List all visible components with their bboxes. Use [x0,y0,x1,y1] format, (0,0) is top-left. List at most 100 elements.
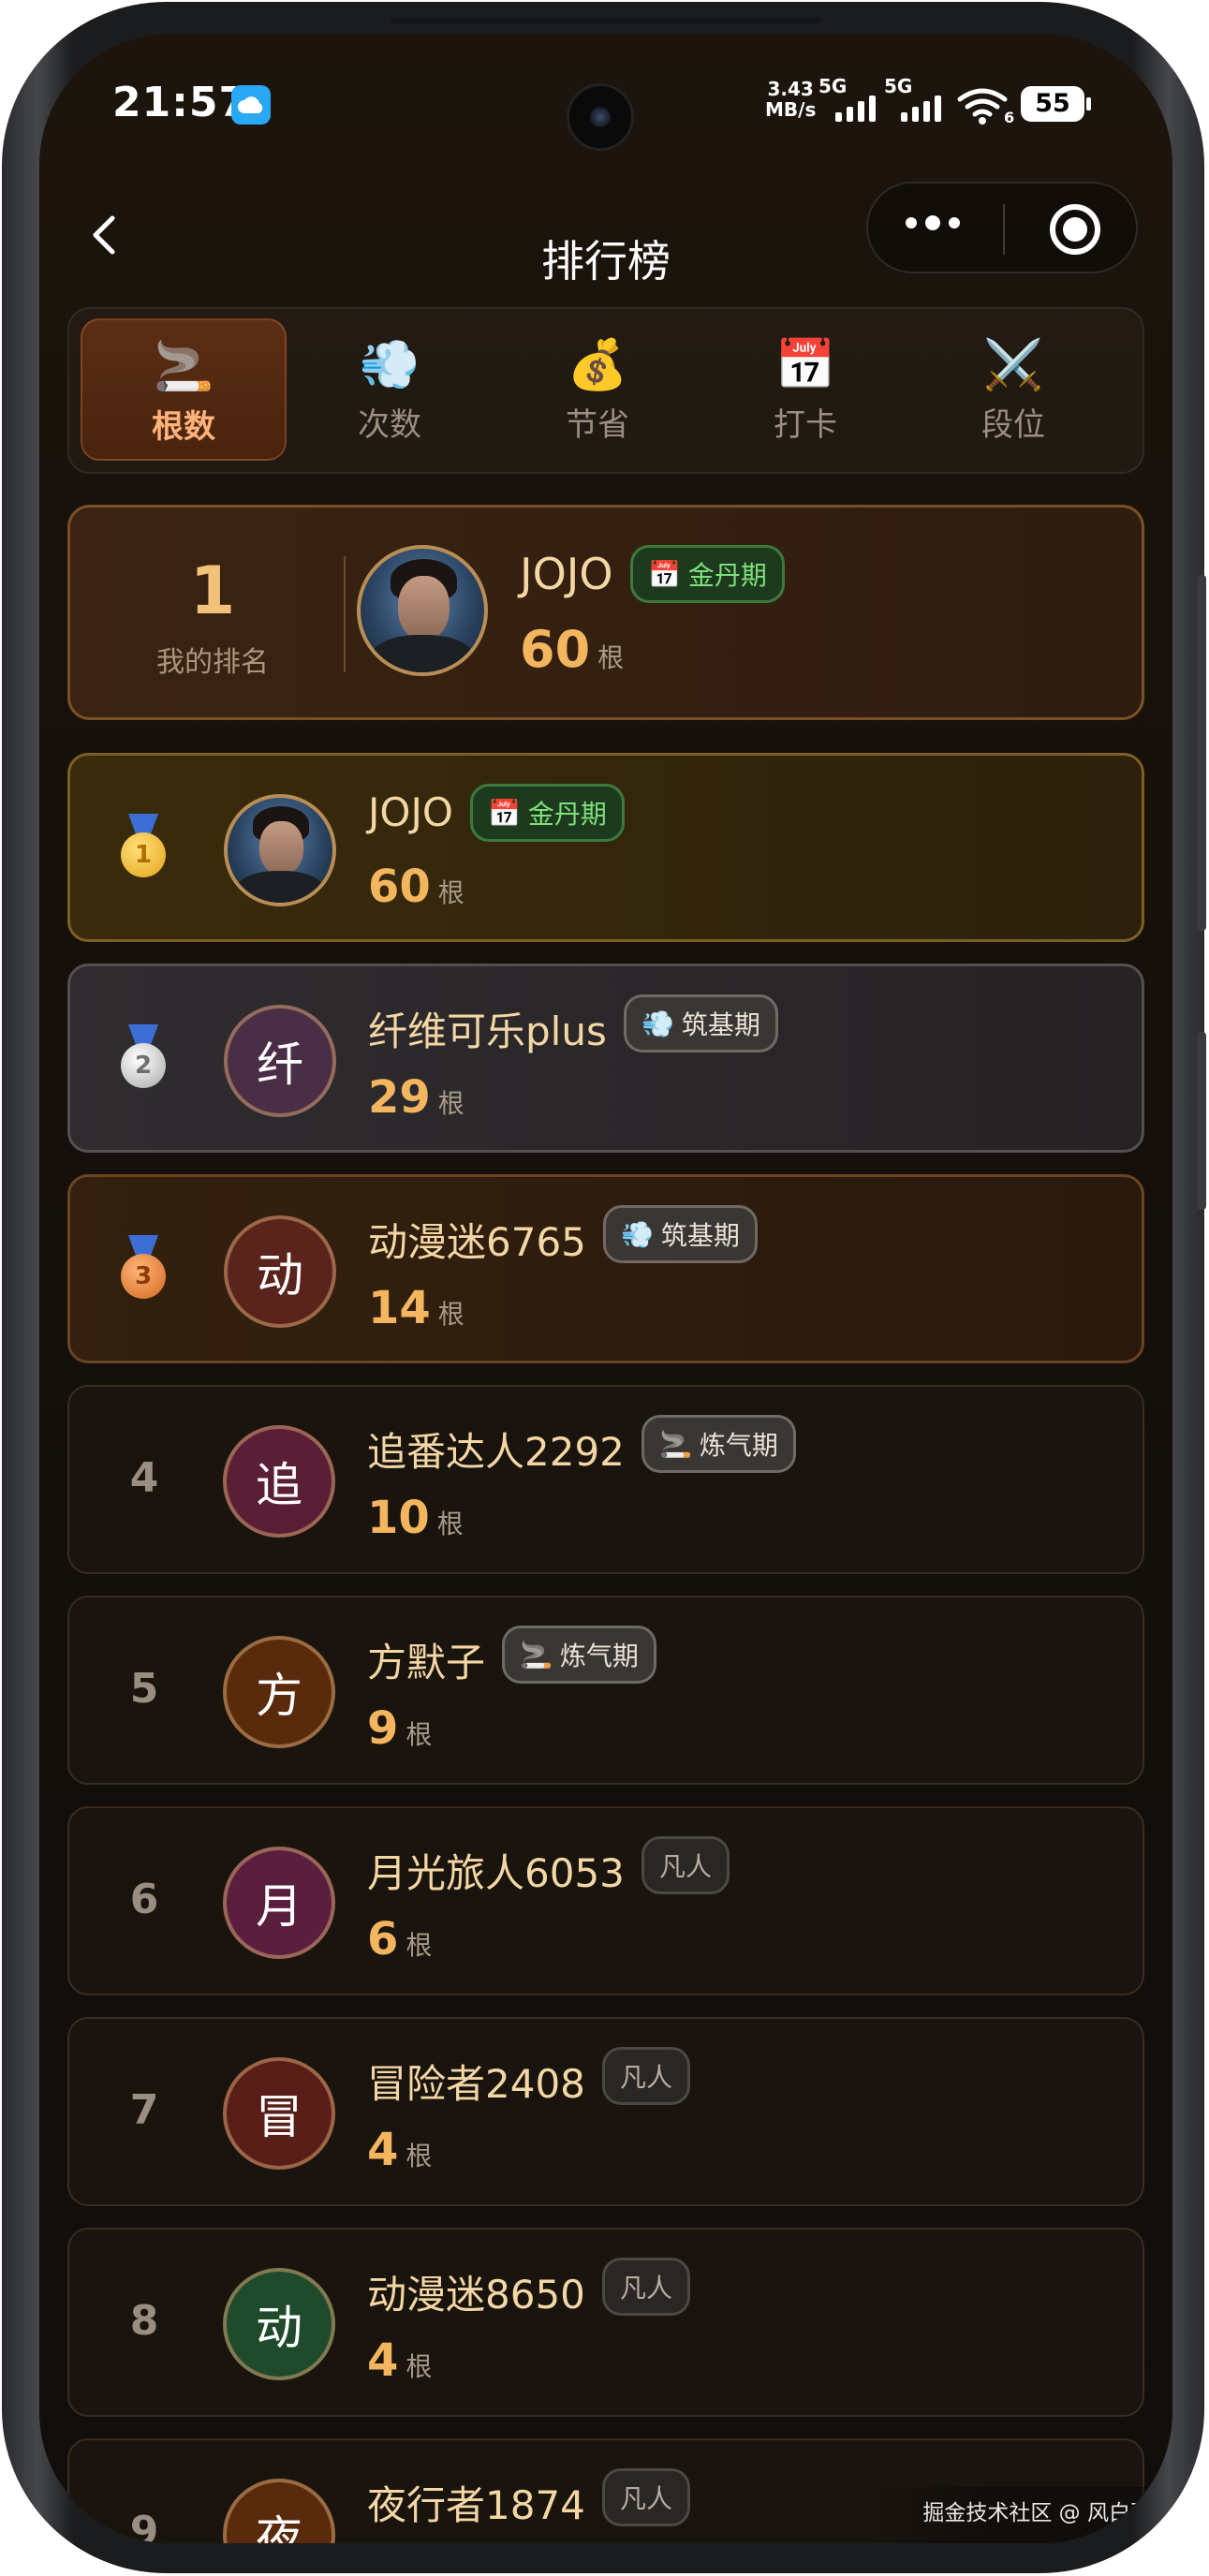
divider [344,556,346,672]
rank-number: 8 [129,2297,159,2345]
avatar: 方 [223,1636,335,1748]
smoke-count: 6根 [367,1913,432,1965]
user-name: 动漫迷6765 [368,1219,586,1265]
leaderboard-row[interactable]: 3 动动漫迷6765 💨 筑基期 14 根 [67,1174,1144,1363]
tab-savings[interactable]: 💰 节省 [494,318,700,461]
tab-label: 根数 [152,408,215,446]
leaderboard-row[interactable]: 7 冒冒险者2408 凡人 4 根 [67,2017,1144,2206]
my-rank-card[interactable]: 1 我的排名 JOJO 📅 金丹期 60 根 [67,505,1144,720]
avatar [357,545,488,676]
network-speed: 3.43 MB/s [765,79,816,120]
capsule-divider [1003,204,1005,255]
smoke-count: 14 根 [368,1282,464,1334]
level-badge-text: 凡人 [659,1851,713,1882]
avatar: 动 [224,1215,336,1328]
leaderboard-row[interactable]: 8 动动漫迷8650 凡人 4 根 [67,2228,1144,2417]
speaker-grille [391,17,821,24]
leaderboard-row[interactable]: 5 方方默子 🚬 炼气期 9 根 [67,1596,1144,1785]
count-value: 4 [367,2124,399,2176]
my-count-value: 60 [520,620,591,679]
avatar: 纤 [224,1005,336,1117]
gold-medal-icon: 1 [115,814,171,889]
level-icon: 💨 [641,1008,674,1039]
rank-number: 7 [129,2086,159,2134]
tab-times[interactable]: 💨 次数 [287,318,493,461]
calendar-icon: 📅 [648,558,681,590]
avatar: 追 [223,1425,335,1538]
count-unit: 根 [437,1088,464,1119]
silver-medal-icon: 2 [115,1024,171,1099]
level-badge: 凡人 [602,2258,691,2316]
tab-label: 节省 [566,406,629,444]
count-value: 29 [368,1071,431,1124]
leaderboard-row[interactable]: 1 JOJO 📅 金丹期 60 根 [67,753,1144,942]
tab-checkin[interactable]: 📅 打卡 [702,318,908,461]
dash-icon: 💨 [359,337,420,393]
user-name: 追番达人2292 [367,1429,625,1475]
level-badge-text: 凡人 [620,2273,673,2304]
smoke-count: 9根 [367,1702,432,1755]
leaderboard-row[interactable]: 4 追追番达人2292 🚬 炼气期 10 根 [67,1385,1144,1574]
level-badge: 凡人 [602,2047,691,2105]
more-dots-icon[interactable] [906,215,960,230]
mini-program-capsule [866,182,1138,273]
smoke-count: 4根 [367,2334,432,2387]
power-button [1197,1032,1206,1210]
tab-level[interactable]: ⚔️ 段位 [910,318,1116,461]
avatar: 冒 [223,2057,335,2170]
avatar: 夜 [223,2479,335,2543]
tab-count[interactable]: 🚬 根数 [81,318,287,461]
user-name: 冒险者2408 [367,2061,585,2107]
level-badge: 凡人 [641,1836,730,1894]
leaderboard-row[interactable]: 6 月月光旅人6053 凡人 6 根 [67,1806,1144,1995]
level-icon: 🚬 [659,1428,692,1460]
cigarette-icon: 🚬 [153,339,214,395]
watermark: 掘金技术社区 @ 风白羽 [922,2501,1152,2525]
status-time: 21:57 [112,79,249,126]
rank-number: 6 [129,1876,159,1923]
smoke-count: 10 根 [367,1492,464,1544]
volume-button [1197,575,1206,931]
level-icon: 📅 [488,797,521,829]
tab-label: 次数 [358,406,421,444]
level-badge: 💨 筑基期 [624,994,778,1052]
smoke-count: 4根 [367,2124,432,2176]
level-icon: 🚬 [520,1639,553,1671]
my-rank-label: 我的排名 [156,646,269,679]
level-badge-text: 筑基期 [681,1009,760,1040]
crossed-swords-icon: ⚔️ [982,337,1044,393]
rank-number: 9 [129,2508,159,2543]
money-bag-icon: 💰 [567,337,628,393]
level-badge: 🚬 炼气期 [641,1415,796,1473]
count-value: 10 [367,1492,430,1544]
cloud-icon [231,85,271,125]
leaderboard-row[interactable]: 2 纤纤维可乐plus 💨 筑基期 29 根 [67,964,1144,1153]
avatar: 月 [223,1847,335,1959]
my-name: JOJO [520,549,613,599]
wifi-band-label: 6 [1004,109,1015,126]
avatar [224,794,336,906]
smoke-count: 29 根 [368,1071,464,1124]
count-unit: 根 [405,1719,433,1750]
level-badge: 📅 金丹期 [470,784,625,842]
user-name: 月光旅人6053 [367,1850,625,1896]
level-badge-text: 炼气期 [699,1430,778,1461]
level-icon: 💨 [621,1218,654,1250]
level-badge-text: 筑基期 [660,1220,740,1251]
tab-label: 打卡 [774,406,837,444]
bronze-medal-icon: 3 [115,1235,171,1310]
smoke-count: 60 根 [368,861,464,913]
signal-type-2: 5G [884,75,913,97]
wifi-icon [957,88,1008,129]
user-name: 夜行者1874 [367,2482,585,2528]
close-target-icon[interactable] [1050,204,1100,255]
level-badge: 💨 筑基期 [603,1205,758,1263]
count-value: 9 [367,1702,399,1755]
level-badge: 🚬 炼气期 [502,1626,656,1684]
count-value: 4 [367,2334,399,2387]
count-value: 60 [368,861,431,913]
front-camera [567,83,634,151]
my-count: 60 根 [520,620,624,679]
count-unit: 根 [597,642,625,673]
user-name: 方默子 [367,1640,486,1685]
